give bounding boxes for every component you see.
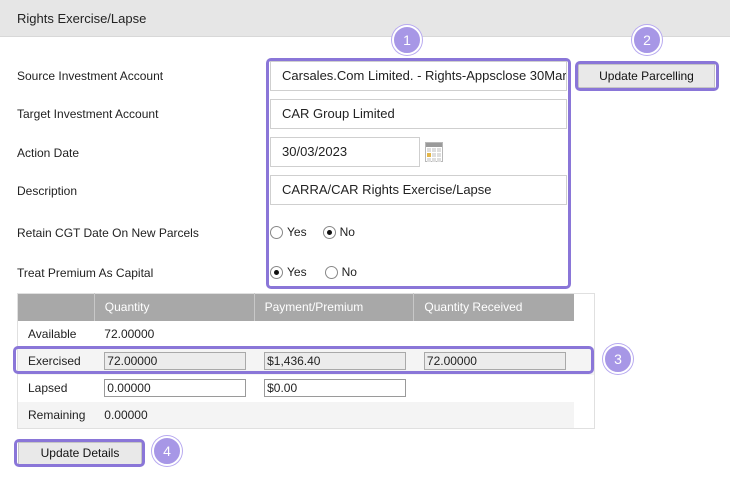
annotation-box-1 xyxy=(266,58,571,289)
annotation-badge-4: 4 xyxy=(152,436,182,466)
annotation-box-3 xyxy=(13,346,594,374)
row-label: Remaining xyxy=(17,401,95,429)
table-row-lapsed: Lapsed 0.00000 $0.00 xyxy=(18,375,595,402)
action-date-label: Action Date xyxy=(17,146,80,160)
annotation-box-2 xyxy=(575,61,719,91)
column-header-quantity: Quantity xyxy=(94,293,255,321)
row-label: Available xyxy=(28,327,77,341)
retain-cgt-label: Retain CGT Date On New Parcels xyxy=(17,226,199,240)
table-row-remaining: Remaining 0.00000 xyxy=(17,401,595,429)
description-label: Description xyxy=(17,184,78,198)
annotation-badge-3: 3 xyxy=(603,344,633,374)
column-header-payment: Payment/Premium xyxy=(254,293,415,321)
column-header-quantity-received: Quantity Received xyxy=(413,293,574,321)
column-header-blank xyxy=(17,293,95,321)
cell-quantity: 72.00000 xyxy=(104,327,155,341)
row-label: Lapsed xyxy=(28,381,68,395)
table-row-available: Available 72.00000 xyxy=(18,321,595,348)
treat-premium-label: Treat Premium As Capital xyxy=(17,266,154,280)
annotation-box-4 xyxy=(14,439,145,467)
target-account-label: Target Investment Account xyxy=(17,107,159,121)
source-account-label: Source Investment Account xyxy=(17,69,164,83)
title-bar: Rights Exercise/Lapse xyxy=(0,0,730,37)
lapsed-quantity-input[interactable]: 0.00000 xyxy=(104,379,247,397)
lapsed-payment-input[interactable]: $0.00 xyxy=(264,379,407,397)
annotation-badge-2: 2 xyxy=(632,25,662,55)
table-header-row: Quantity Payment/Premium Quantity Receiv… xyxy=(17,293,595,321)
cell-quantity: 0.00000 xyxy=(94,401,255,429)
page-title: Rights Exercise/Lapse xyxy=(17,11,147,26)
annotation-badge-1: 1 xyxy=(392,25,422,55)
